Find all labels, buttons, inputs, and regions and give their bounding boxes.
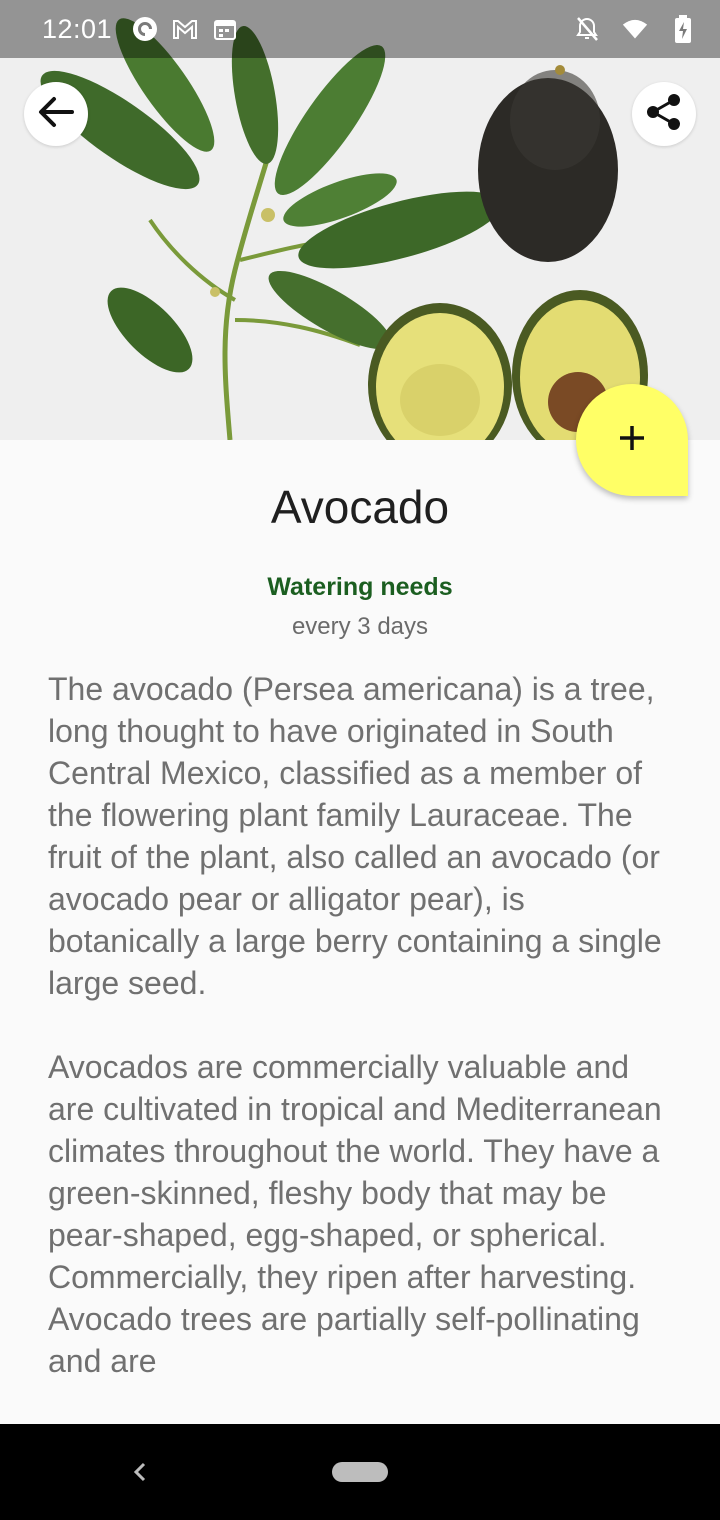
battery-charging-icon — [670, 15, 696, 43]
back-button[interactable] — [24, 82, 88, 146]
gmail-icon — [172, 16, 198, 42]
avocado-illustration — [0, 0, 720, 440]
add-to-garden-button[interactable] — [576, 384, 688, 496]
share-button[interactable] — [632, 82, 696, 146]
status-time: 12:01 — [42, 13, 113, 44]
plant-description: The avocado (Persea americana) is a tree… — [48, 668, 678, 1382]
watering-needs-label: Watering needs — [267, 573, 453, 601]
description-paragraph: The avocado (Persea americana) is a tree… — [48, 671, 662, 1001]
plant-detail-content[interactable]: Avocado Watering needs every 3 days The … — [0, 440, 720, 1424]
notifications-off-icon — [574, 16, 600, 42]
plant-hero-image — [0, 0, 720, 440]
wifi-icon — [622, 16, 648, 42]
status-bar: 12:01 — [0, 0, 720, 58]
share-icon — [644, 92, 684, 137]
calendar-icon — [212, 16, 238, 42]
watering-needs-value: every 3 days — [291, 613, 429, 640]
plus-icon — [614, 420, 650, 461]
pocket-casts-icon — [132, 16, 158, 42]
nav-back-icon[interactable] — [128, 1458, 150, 1486]
nav-home-pill[interactable] — [332, 1462, 388, 1482]
arrow-back-icon — [34, 90, 78, 139]
description-paragraph: Avocados are commercially valuable and a… — [48, 1049, 662, 1379]
